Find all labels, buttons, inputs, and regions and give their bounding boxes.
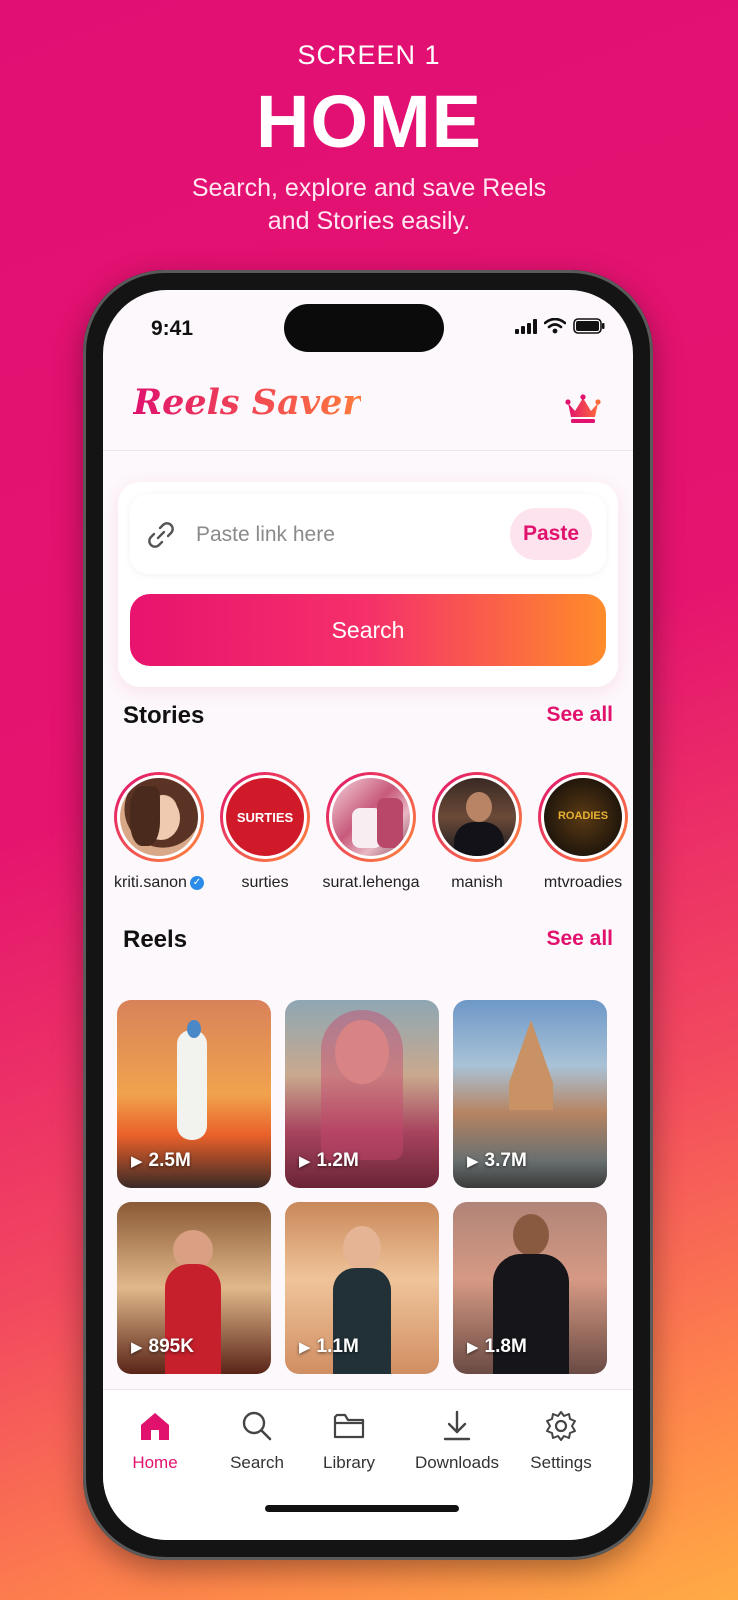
story-item[interactable]: kriti.sanon ✓ bbox=[107, 772, 211, 892]
app-logo: Reels Saver bbox=[133, 382, 361, 423]
folder-icon bbox=[333, 1413, 365, 1439]
tab-label: Search bbox=[230, 1453, 284, 1472]
tab-label: Library bbox=[323, 1453, 375, 1472]
status-bar: 9:41 bbox=[103, 290, 633, 360]
surties-logo: SURTIES bbox=[236, 810, 294, 825]
story-avatar-ring bbox=[114, 772, 204, 862]
tab-search[interactable]: Search bbox=[207, 1408, 307, 1473]
story-username: mtvroadies bbox=[543, 874, 623, 891]
reel-tile[interactable]: ▶ 3.7M bbox=[453, 1000, 607, 1188]
tab-label: Home bbox=[132, 1453, 178, 1472]
reel-views-text: 1.8M bbox=[484, 1336, 527, 1357]
reel-tile[interactable]: ▶ 895K bbox=[117, 1202, 271, 1374]
home-icon bbox=[141, 1413, 169, 1440]
screen-subtitle: Search, explore and save Reels and Stori… bbox=[0, 172, 738, 238]
status-time: 9:41 bbox=[151, 317, 194, 340]
reels-title: Reels bbox=[123, 926, 188, 953]
phone-frame: 9:41 Reels Saver Paste link here Paste S… bbox=[83, 270, 653, 1560]
play-icon: ▶ bbox=[467, 1339, 479, 1356]
reels-see-all[interactable]: See all bbox=[546, 927, 613, 951]
story-avatar-ring: SURTIES bbox=[220, 772, 310, 862]
reel-views: ▶ 2.5M bbox=[131, 1150, 191, 1172]
play-icon: ▶ bbox=[467, 1153, 479, 1170]
story-avatar: ROADIES bbox=[541, 775, 625, 859]
search-icon bbox=[242, 1411, 272, 1441]
verified-badge-icon: ✓ bbox=[189, 875, 204, 890]
reel-tile[interactable]: ▶ 1.8M bbox=[453, 1202, 607, 1374]
play-icon: ▶ bbox=[131, 1339, 143, 1356]
status-icons bbox=[515, 318, 605, 334]
play-icon: ▶ bbox=[299, 1339, 311, 1356]
link-input-row: Paste bbox=[130, 494, 606, 574]
reel-views-text: 1.1M bbox=[316, 1336, 359, 1357]
stories-see-all[interactable]: See all bbox=[546, 703, 613, 727]
gear-icon bbox=[546, 1411, 576, 1441]
phone-screen: 9:41 Reels Saver Paste link here Paste S… bbox=[103, 290, 633, 1540]
story-username: manish bbox=[451, 874, 503, 891]
signal-icon bbox=[515, 318, 537, 334]
story-item[interactable]: manish bbox=[425, 772, 529, 892]
reel-views: ▶ 1.8M bbox=[467, 1336, 527, 1358]
search-button[interactable]: Search bbox=[130, 594, 606, 666]
crown-icon bbox=[565, 394, 601, 423]
story-avatar: SURTIES bbox=[223, 775, 307, 859]
stories-row: kriti.sanon ✓ SURTIES surties surat.lehe… bbox=[114, 772, 633, 912]
subtitle-line-1: Search, explore and save Reels bbox=[191, 174, 547, 202]
promo-header: SCREEN 1 HOME Search, explore and save R… bbox=[0, 40, 738, 238]
roadies-logo: ROADIES bbox=[557, 810, 609, 822]
reel-views-text: 3.7M bbox=[484, 1150, 527, 1171]
screen-label: SCREEN 1 bbox=[297, 40, 441, 70]
tab-label: Downloads bbox=[414, 1453, 500, 1472]
story-avatar-ring: ROADIES bbox=[538, 772, 628, 862]
link-icon bbox=[148, 522, 174, 548]
reel-views-text: 2.5M bbox=[148, 1150, 191, 1171]
subtitle-line-2: and Stories easily. bbox=[267, 207, 471, 235]
search-card: Paste Search bbox=[118, 482, 618, 687]
premium-button[interactable] bbox=[565, 394, 601, 429]
reel-tile[interactable]: ▶ 1.1M bbox=[285, 1202, 439, 1374]
home-indicator bbox=[265, 1505, 459, 1512]
battery-icon bbox=[573, 318, 605, 334]
story-username-text: kriti.sanon bbox=[114, 874, 187, 891]
tab-library[interactable]: Library bbox=[299, 1408, 399, 1473]
dynamic-island bbox=[284, 304, 444, 352]
story-item[interactable]: SURTIES surties bbox=[213, 772, 317, 892]
reel-views: ▶ 895K bbox=[131, 1336, 194, 1358]
bottom-tab-bar: Home Search Library Downloads Settings bbox=[103, 1389, 633, 1540]
tab-home[interactable]: Home bbox=[105, 1408, 205, 1473]
reel-tile[interactable]: ▶ 1.2M bbox=[285, 1000, 439, 1188]
screen-title: HOME bbox=[256, 80, 482, 163]
story-avatar bbox=[329, 775, 413, 859]
tab-label: Settings bbox=[530, 1453, 592, 1472]
story-avatar-ring bbox=[432, 772, 522, 862]
reel-tile[interactable]: ▶ 2.5M bbox=[117, 1000, 271, 1188]
story-item[interactable]: surat.lehenga bbox=[319, 772, 423, 892]
reel-views-text: 1.2M bbox=[316, 1150, 359, 1171]
download-icon bbox=[443, 1410, 471, 1441]
app-bar: Reels Saver bbox=[103, 360, 633, 451]
story-username: surat.lehenga bbox=[322, 874, 420, 891]
reel-views: ▶ 1.1M bbox=[299, 1336, 359, 1358]
reel-views: ▶ 1.2M bbox=[299, 1150, 359, 1172]
wifi-icon bbox=[544, 318, 566, 334]
story-avatar bbox=[435, 775, 519, 859]
reel-views: ▶ 3.7M bbox=[467, 1150, 527, 1172]
play-icon: ▶ bbox=[131, 1153, 143, 1170]
link-input[interactable] bbox=[194, 512, 478, 558]
tab-downloads[interactable]: Downloads bbox=[407, 1408, 507, 1473]
story-item[interactable]: ROADIES mtvroadies bbox=[531, 772, 633, 892]
story-username: surties bbox=[241, 874, 289, 891]
play-icon: ▶ bbox=[299, 1153, 311, 1170]
tab-settings[interactable]: Settings bbox=[511, 1408, 611, 1473]
stories-title: Stories bbox=[123, 702, 205, 729]
story-avatar-ring bbox=[326, 772, 416, 862]
story-avatar bbox=[117, 775, 201, 859]
story-username: kriti.sanon ✓ bbox=[107, 874, 211, 892]
paste-button[interactable]: Paste bbox=[510, 508, 592, 560]
reel-views-text: 895K bbox=[148, 1336, 194, 1357]
